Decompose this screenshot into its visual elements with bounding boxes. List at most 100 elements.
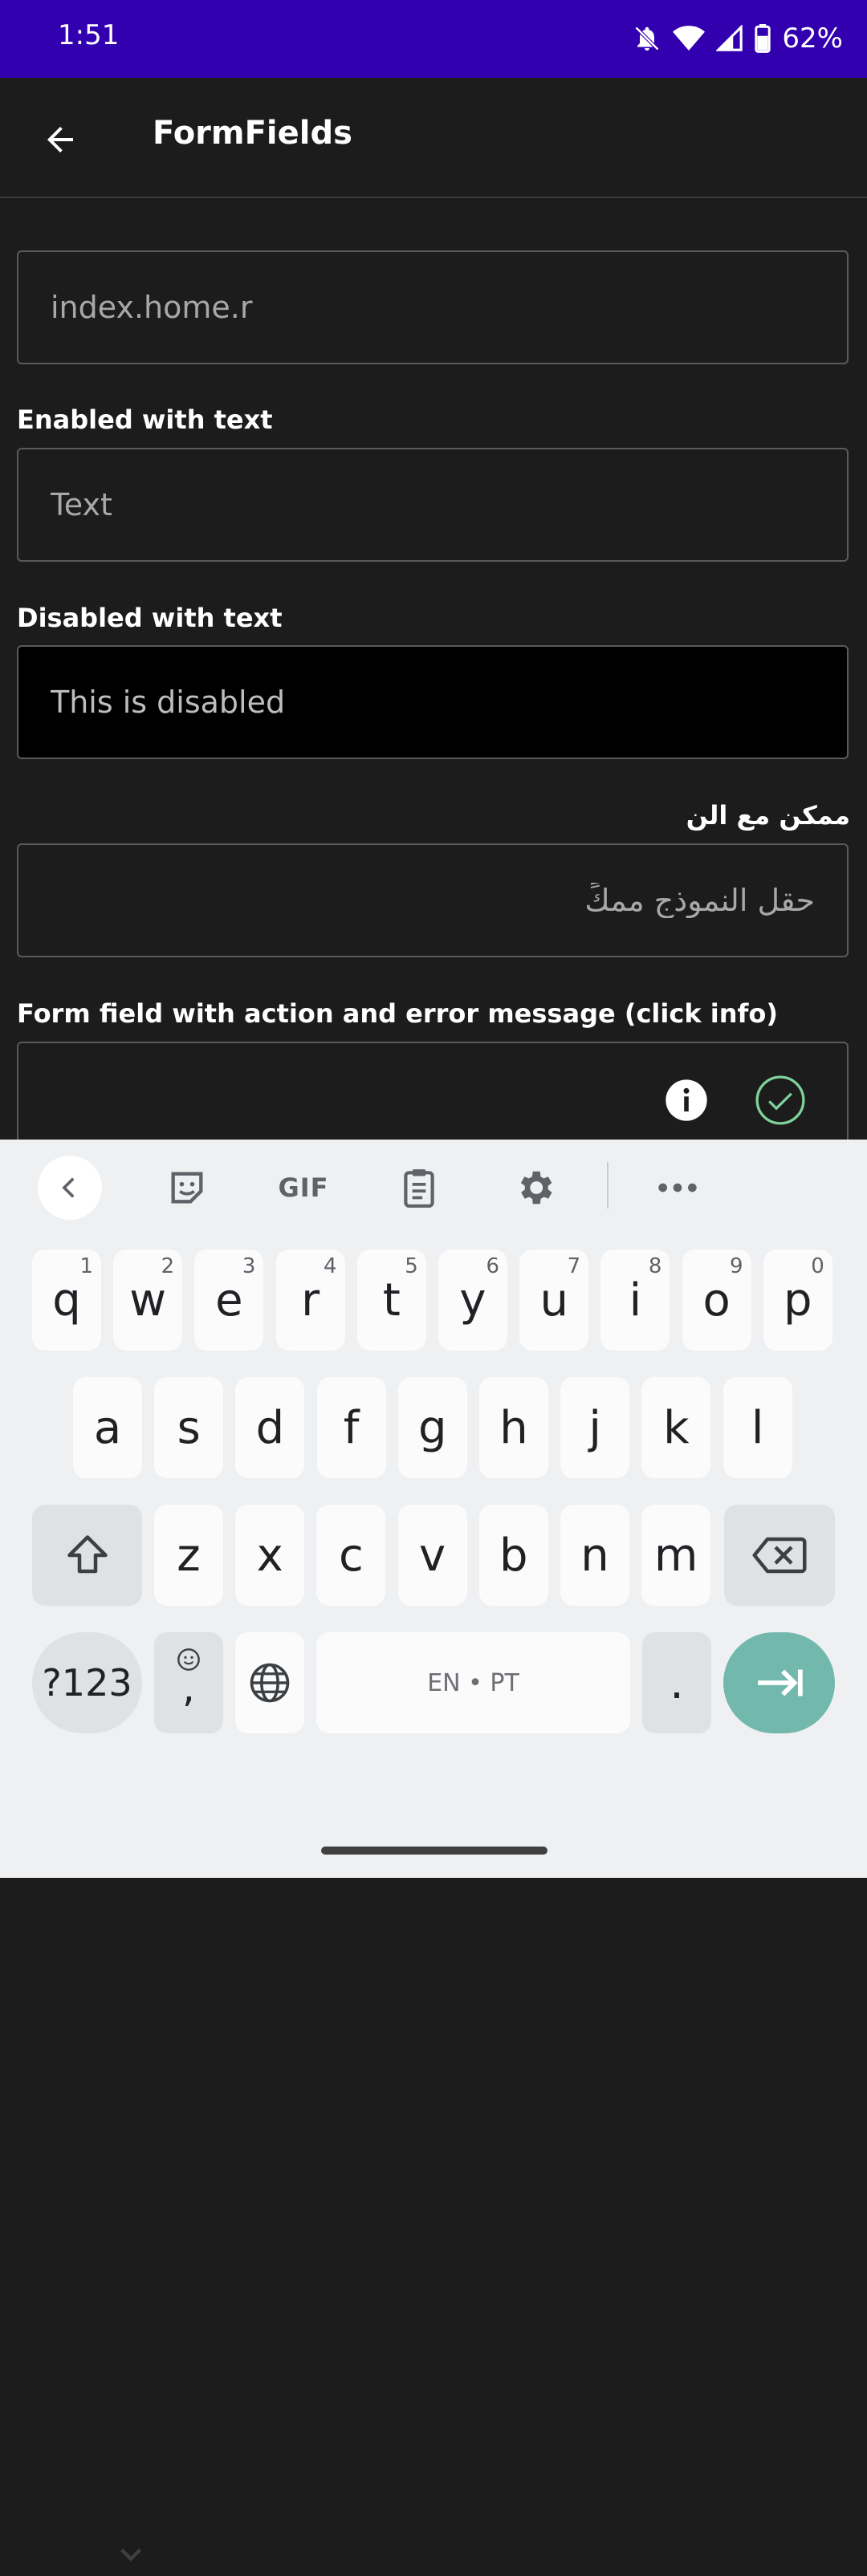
signal-icon — [716, 25, 743, 52]
key-s[interactable]: s — [154, 1377, 224, 1478]
key-label: i — [629, 1274, 642, 1327]
period-key[interactable]: . — [642, 1632, 711, 1733]
key-w[interactable]: w2 — [113, 1249, 183, 1351]
key-r[interactable]: r4 — [275, 1249, 345, 1351]
bell-off-icon — [633, 24, 661, 53]
key-t[interactable]: t5 — [356, 1249, 426, 1351]
enabled-label: Enabled with text — [17, 404, 273, 435]
key-u[interactable]: u7 — [519, 1249, 589, 1351]
rtl-input[interactable] — [18, 845, 847, 956]
key-m[interactable]: m — [641, 1505, 711, 1606]
shift-key[interactable] — [32, 1505, 142, 1606]
disabled-label: Disabled with text — [17, 603, 283, 633]
key-d[interactable]: d — [235, 1377, 305, 1478]
key-hint: 6 — [486, 1254, 499, 1278]
more-icon — [658, 1183, 697, 1193]
rtl-label: ممكن مع الن — [686, 800, 850, 831]
key-label: r — [301, 1274, 320, 1327]
clipboard-button[interactable] — [387, 1156, 451, 1220]
text-input-1[interactable] — [18, 252, 847, 363]
key-b[interactable]: b — [478, 1505, 548, 1606]
space-key[interactable]: EN • PT — [316, 1632, 630, 1733]
settings-button[interactable] — [503, 1156, 567, 1220]
chevron-left-icon — [62, 1177, 75, 1198]
key-hint: 4 — [324, 1254, 337, 1278]
keyboard-collapse-button[interactable] — [38, 1156, 102, 1220]
key-label: p — [784, 1274, 812, 1327]
key-hint: 1 — [79, 1254, 93, 1278]
key-q[interactable]: q1 — [32, 1249, 101, 1351]
key-j[interactable]: j — [560, 1377, 630, 1478]
key-hint: 9 — [730, 1254, 743, 1278]
action-field-label: Form field with action and error message… — [17, 998, 779, 1029]
enabled-input[interactable] — [18, 449, 847, 560]
key-hint: 0 — [811, 1254, 824, 1278]
keyboard-hide-button[interactable] — [112, 2536, 149, 2576]
backspace-icon — [752, 1537, 807, 1574]
form-field-enabled[interactable] — [17, 448, 849, 562]
key-f[interactable]: f — [316, 1377, 386, 1478]
key-c[interactable]: c — [316, 1505, 386, 1606]
status-time: 1:51 — [58, 19, 120, 51]
key-o[interactable]: o9 — [682, 1249, 751, 1351]
emoji-comma-key[interactable]: , — [154, 1632, 223, 1733]
page-title: FormFields — [153, 115, 352, 152]
status-bar: 1:51 62% — [0, 0, 867, 78]
key-y[interactable]: y6 — [438, 1249, 507, 1351]
form-content: Enabled with text Disabled with text ممك… — [0, 197, 867, 1140]
form-field-action[interactable] — [17, 1042, 849, 1140]
key-hint: 3 — [242, 1254, 256, 1278]
shift-icon — [67, 1535, 108, 1574]
clipboard-icon — [404, 1169, 434, 1208]
key-n[interactable]: n — [560, 1505, 629, 1606]
form-field-rtl[interactable] — [17, 843, 849, 957]
key-label: o — [702, 1274, 731, 1327]
sticker-button[interactable] — [155, 1156, 219, 1220]
key-v[interactable]: v — [397, 1505, 467, 1606]
form-field-1[interactable] — [17, 250, 849, 364]
key-k[interactable]: k — [641, 1377, 711, 1478]
key-i[interactable]: i8 — [600, 1249, 670, 1351]
form-field-disabled — [17, 645, 849, 759]
key-x[interactable]: x — [235, 1505, 305, 1606]
info-icon[interactable] — [664, 1078, 709, 1126]
key-z[interactable]: z — [154, 1505, 223, 1606]
battery-percent: 62% — [782, 22, 843, 55]
key-g[interactable]: g — [397, 1377, 467, 1478]
toolbar-divider — [607, 1162, 609, 1209]
app-bar: FormFields — [0, 78, 867, 198]
key-label: u — [539, 1274, 568, 1327]
next-key[interactable] — [723, 1632, 835, 1733]
check-circle-icon — [754, 1074, 807, 1130]
tab-arrow-icon — [757, 1669, 803, 1696]
gif-button[interactable]: GIF — [271, 1156, 336, 1220]
key-hint: 2 — [161, 1254, 175, 1278]
globe-icon — [250, 1663, 290, 1703]
field-actions — [664, 1074, 807, 1130]
key-label: w — [129, 1274, 167, 1327]
gear-icon — [520, 1171, 552, 1205]
key-a[interactable]: a — [73, 1377, 142, 1478]
more-button[interactable] — [645, 1156, 710, 1220]
arrow-left-icon — [47, 127, 73, 152]
key-hint: 8 — [648, 1254, 662, 1278]
key-hint: 7 — [567, 1254, 581, 1278]
sticker-icon — [171, 1172, 203, 1204]
home-indicator[interactable] — [321, 1847, 547, 1855]
language-key[interactable] — [235, 1632, 304, 1733]
status-icons: 62% — [633, 18, 843, 59]
key-p[interactable]: p0 — [763, 1249, 832, 1351]
key-l[interactable]: l — [722, 1377, 792, 1478]
soft-keyboard: GIF q1w2e3r4t5y6u7i8o9p0 asdfghjkl zxcvb… — [0, 1140, 867, 2562]
keyboard-toolbar: GIF — [0, 1140, 867, 1236]
key-label: q — [52, 1274, 81, 1327]
gif-label: GIF — [278, 1172, 329, 1203]
symbols-key[interactable]: ?123 — [32, 1632, 142, 1733]
key-label: t — [382, 1274, 401, 1327]
backspace-key[interactable] — [724, 1505, 835, 1606]
back-button[interactable] — [32, 112, 88, 168]
wifi-icon — [673, 24, 706, 53]
key-h[interactable]: h — [479, 1377, 548, 1478]
key-label: y — [459, 1274, 486, 1327]
key-e[interactable]: e3 — [194, 1249, 264, 1351]
